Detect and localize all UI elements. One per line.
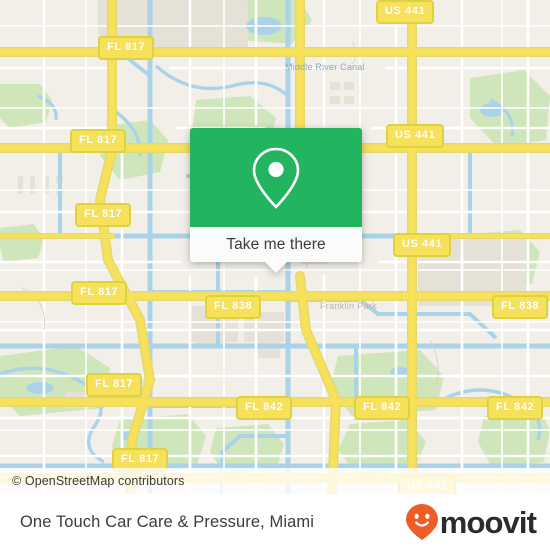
road-shield: FL 817 [86,373,143,397]
road-shield: FL 817 [70,129,127,153]
road-shield: FL 842 [236,396,293,420]
place-callout-card[interactable]: Take me there [190,128,362,273]
footer-bar: One Touch Car Care & Pressure, Miami moo… [0,494,550,550]
callout-header [190,128,362,227]
road-shield: FL 838 [492,295,549,319]
road-shield: FL 817 [75,203,132,227]
callout-pointer-tail [265,262,287,273]
road-shield: US 441 [393,233,452,257]
road-shield: US 441 [376,0,435,24]
moovit-wordmark: moovit [439,504,537,540]
road-shield: FL 842 [354,396,411,420]
map-attribution-bar: © OpenStreetMap contributors [0,468,550,494]
road-shield: FL 838 [205,295,262,319]
take-me-there-label: Take me there [226,235,326,253]
road-shield: FL 842 [487,396,544,420]
place-label: Franklin Park [320,301,377,311]
map-canvas[interactable]: .wtr { fill:none; stroke:#aad3ea; } .wtr… [0,0,550,494]
moovit-place-card-screenshot: .wtr { fill:none; stroke:#aad3ea; } .wtr… [0,0,550,550]
moovit-logo[interactable]: moovit [405,503,537,541]
moovit-smiley-pin-icon [405,504,438,540]
map-pin-icon [252,147,300,209]
place-title: One Touch Car Care & Pressure, Miami [20,512,314,531]
road-shield: FL 817 [98,36,155,60]
road-shield: US 441 [386,124,445,148]
water-label: Middle River Canal [285,62,365,72]
take-me-there-button[interactable]: Take me there [190,227,362,262]
openstreetmap-attribution[interactable]: © OpenStreetMap contributors [0,474,185,488]
road-shield: FL 817 [71,281,128,305]
